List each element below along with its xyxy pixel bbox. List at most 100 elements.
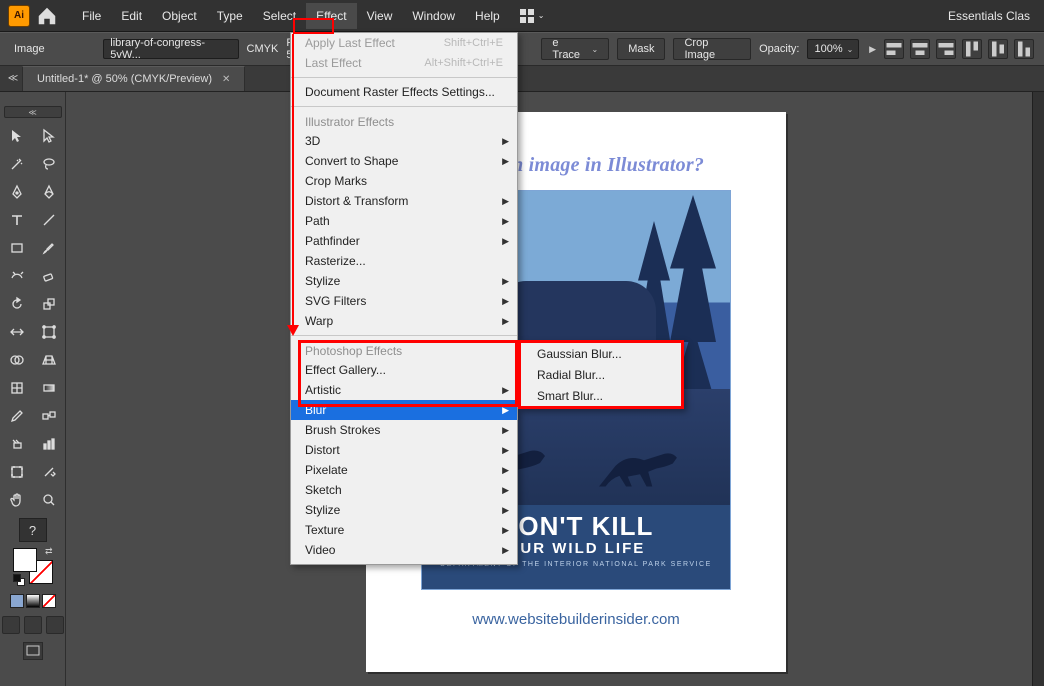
fill-stroke-control[interactable]: ⇄ bbox=[11, 546, 55, 586]
menu-object[interactable]: Object bbox=[152, 3, 207, 29]
selection-tool[interactable] bbox=[3, 124, 31, 148]
menuitem-distort-transform[interactable]: Distort & Transform▶ bbox=[291, 191, 517, 211]
menuitem-effect-gallery[interactable]: Effect Gallery... bbox=[291, 360, 517, 380]
chevron-right-icon[interactable]: ▶ bbox=[869, 44, 876, 55]
symbol-sprayer-tool[interactable] bbox=[3, 432, 31, 456]
close-tab-icon[interactable]: ✕ bbox=[222, 74, 230, 85]
width-tool[interactable] bbox=[3, 320, 31, 344]
fill-swatch[interactable] bbox=[13, 548, 37, 572]
swatch-none[interactable] bbox=[42, 594, 56, 608]
align-group bbox=[884, 39, 1034, 59]
menu-help[interactable]: Help bbox=[465, 3, 510, 29]
line-segment-tool[interactable] bbox=[35, 208, 63, 232]
curvature-tool[interactable] bbox=[35, 180, 63, 204]
menu-effect[interactable]: Effect bbox=[306, 3, 356, 29]
menuitem-raster-settings[interactable]: Document Raster Effects Settings... bbox=[291, 82, 517, 102]
paintbrush-tool[interactable] bbox=[35, 236, 63, 260]
zoom-tool[interactable] bbox=[35, 488, 63, 512]
align-button-5[interactable] bbox=[988, 39, 1008, 59]
eyedropper-tool[interactable] bbox=[3, 404, 31, 428]
pen-tool[interactable] bbox=[3, 180, 31, 204]
menuitem-convert-to-shape[interactable]: Convert to Shape▶ bbox=[291, 151, 517, 171]
credit-url: www.websitebuilderinsider.com bbox=[366, 611, 786, 628]
shape-builder-tool[interactable] bbox=[3, 348, 31, 372]
workspace-label[interactable]: Essentials Clas bbox=[942, 5, 1036, 27]
menu-select[interactable]: Select bbox=[253, 3, 306, 29]
hand-tool[interactable] bbox=[3, 488, 31, 512]
right-panel-edge[interactable] bbox=[1032, 92, 1044, 686]
mask-button[interactable]: Mask bbox=[617, 38, 665, 60]
eraser-tool[interactable] bbox=[35, 264, 63, 288]
menuitem-texture[interactable]: Texture▶ bbox=[291, 520, 517, 540]
swatch-gradient[interactable] bbox=[26, 594, 40, 608]
rotate-tool[interactable] bbox=[3, 292, 31, 316]
swatch-color[interactable] bbox=[10, 594, 24, 608]
free-transform-tool[interactable] bbox=[35, 320, 63, 344]
menuitem-blur[interactable]: Blur▶ bbox=[291, 400, 517, 420]
align-button-2[interactable] bbox=[910, 39, 930, 59]
workspace-switcher-icon[interactable]: ⌄ bbox=[510, 3, 555, 29]
perspective-grid-tool[interactable] bbox=[35, 348, 63, 372]
mesh-tool[interactable] bbox=[3, 376, 31, 400]
crop-image-button[interactable]: Crop Image bbox=[673, 38, 751, 60]
menu-type[interactable]: Type bbox=[207, 3, 253, 29]
scale-tool[interactable] bbox=[35, 292, 63, 316]
menu-file[interactable]: File bbox=[72, 3, 111, 29]
menuitem-video[interactable]: Video▶ bbox=[291, 540, 517, 560]
align-button-3[interactable] bbox=[936, 39, 956, 59]
direct-selection-tool[interactable] bbox=[35, 124, 63, 148]
gradient-tool[interactable] bbox=[35, 376, 63, 400]
image-trace-button[interactable]: e Trace⌄ bbox=[541, 38, 609, 60]
column-graph-tool[interactable] bbox=[35, 432, 63, 456]
draw-modes bbox=[2, 616, 64, 634]
annotation-arrow bbox=[292, 34, 294, 334]
effect-menu-dropdown: Apply Last EffectShift+Ctrl+E Last Effec… bbox=[290, 32, 518, 565]
menuitem-pixelate[interactable]: Pixelate▶ bbox=[291, 460, 517, 480]
slice-tool[interactable] bbox=[35, 460, 63, 484]
menuitem-stylize-ps[interactable]: Stylize▶ bbox=[291, 500, 517, 520]
menuitem-sketch[interactable]: Sketch▶ bbox=[291, 480, 517, 500]
edit-toolbar-button[interactable]: ? bbox=[19, 518, 47, 542]
menu-edit[interactable]: Edit bbox=[111, 3, 152, 29]
menuitem-path[interactable]: Path▶ bbox=[291, 211, 517, 231]
document-tab[interactable]: Untitled-1* @ 50% (CMYK/Preview) ✕ bbox=[22, 66, 245, 91]
menu-window[interactable]: Window bbox=[402, 3, 465, 29]
align-button-1[interactable] bbox=[884, 39, 904, 59]
tabbar-caret-icon[interactable]: ≪ bbox=[4, 66, 22, 91]
draw-inside[interactable] bbox=[46, 616, 64, 634]
panel-collapse-handle[interactable]: ≪ bbox=[4, 106, 62, 118]
menuitem-stylize-ill[interactable]: Stylize▶ bbox=[291, 271, 517, 291]
filename-field[interactable]: library-of-congress-5vW... bbox=[103, 39, 238, 59]
draw-behind[interactable] bbox=[24, 616, 42, 634]
align-button-4[interactable] bbox=[962, 39, 982, 59]
draw-normal[interactable] bbox=[2, 616, 20, 634]
menuitem-warp[interactable]: Warp▶ bbox=[291, 311, 517, 331]
menuitem-brush-strokes[interactable]: Brush Strokes▶ bbox=[291, 420, 517, 440]
menuitem-artistic[interactable]: Artistic▶ bbox=[291, 380, 517, 400]
menuitem-radial-blur[interactable]: Radial Blur... bbox=[521, 364, 681, 385]
lasso-tool[interactable] bbox=[35, 152, 63, 176]
menuitem-rasterize[interactable]: Rasterize... bbox=[291, 251, 517, 271]
blend-tool[interactable] bbox=[35, 404, 63, 428]
menuitem-gaussian-blur[interactable]: Gaussian Blur... bbox=[521, 343, 681, 364]
swap-fill-stroke-icon[interactable]: ⇄ bbox=[45, 546, 53, 557]
shaper-tool[interactable] bbox=[3, 264, 31, 288]
menu-section-photoshop: Photoshop Effects bbox=[291, 340, 517, 360]
artboard-tool[interactable] bbox=[3, 460, 31, 484]
menuitem-3d[interactable]: 3D▶ bbox=[291, 131, 517, 151]
default-fill-stroke-icon[interactable] bbox=[13, 574, 25, 586]
selection-type-label: Image bbox=[10, 43, 49, 55]
align-button-6[interactable] bbox=[1014, 39, 1034, 59]
screen-mode-button[interactable] bbox=[23, 642, 43, 660]
type-tool[interactable] bbox=[3, 208, 31, 232]
magic-wand-tool[interactable] bbox=[3, 152, 31, 176]
menuitem-crop-marks[interactable]: Crop Marks bbox=[291, 171, 517, 191]
menu-view[interactable]: View bbox=[357, 3, 403, 29]
menuitem-svg-filters[interactable]: SVG Filters▶ bbox=[291, 291, 517, 311]
opacity-field[interactable]: 100%⌄ bbox=[807, 39, 859, 59]
menuitem-pathfinder[interactable]: Pathfinder▶ bbox=[291, 231, 517, 251]
menuitem-distort[interactable]: Distort▶ bbox=[291, 440, 517, 460]
rectangle-tool[interactable] bbox=[3, 236, 31, 260]
home-icon[interactable] bbox=[36, 5, 58, 27]
menuitem-smart-blur[interactable]: Smart Blur... bbox=[521, 385, 681, 406]
